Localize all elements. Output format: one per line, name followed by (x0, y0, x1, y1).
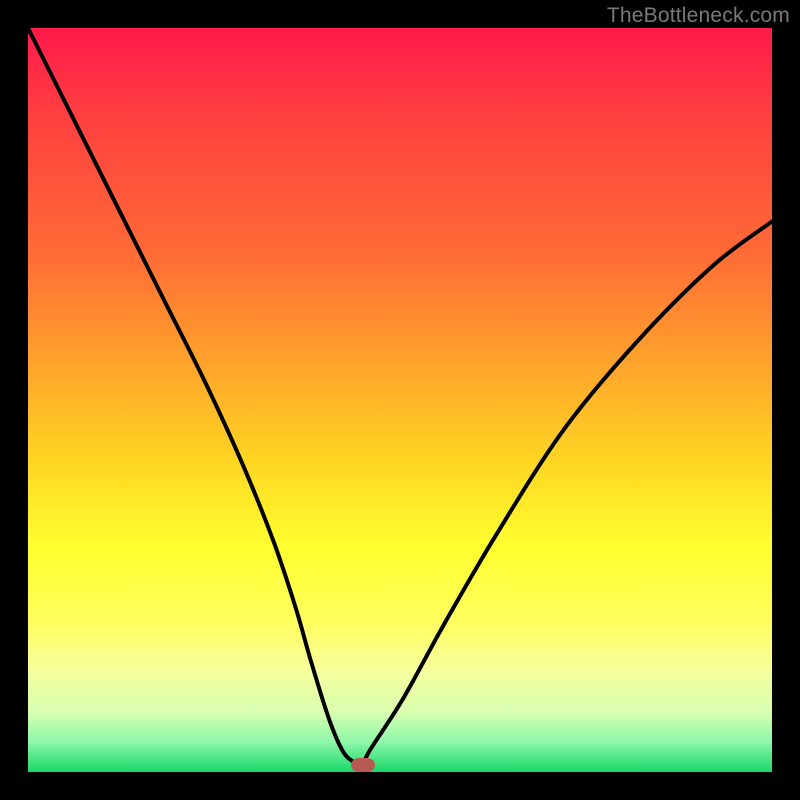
minimum-marker (351, 758, 375, 772)
watermark-text: TheBottleneck.com (607, 4, 790, 28)
chart-plot-area (28, 28, 772, 772)
bottleneck-curve (28, 28, 772, 772)
chart-frame: TheBottleneck.com (0, 0, 800, 800)
curve-path (28, 28, 772, 766)
